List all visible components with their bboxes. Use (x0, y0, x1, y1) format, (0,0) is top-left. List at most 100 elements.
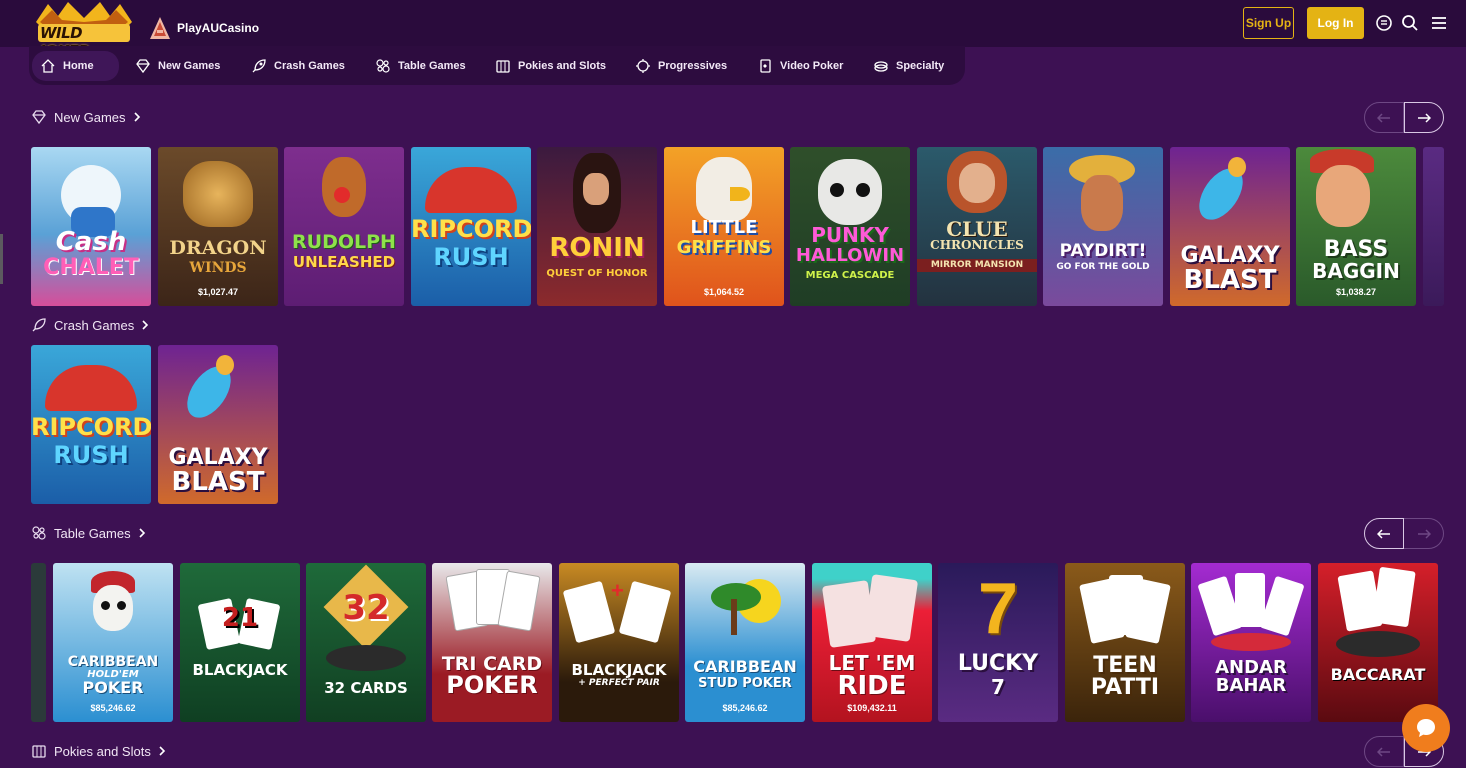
game-subtitle: HALLOWIN (795, 245, 905, 266)
cards-icon (760, 59, 771, 73)
tab-progressives[interactable]: Progressives (627, 51, 735, 81)
carousel-prev-button[interactable] (1364, 736, 1404, 767)
game-title: 32 CARDS (324, 679, 408, 697)
brand[interactable]: PlayAUCasino (149, 16, 259, 40)
carousel-next-button[interactable] (1404, 518, 1444, 549)
game-subtitle: GRIFFINS (676, 237, 772, 258)
section-title: Table Games (54, 525, 131, 541)
tab-label: Home (63, 60, 94, 72)
section-header-crash-games[interactable]: Crash Games (31, 317, 149, 333)
game-tile-partial[interactable] (31, 563, 46, 722)
wild-joker-logo[interactable]: WILD JOKER (34, 2, 134, 60)
game-subtitle: CHALET (43, 255, 139, 280)
tab-home[interactable]: Home (32, 51, 119, 81)
log-in-button[interactable]: Log In (1307, 7, 1364, 39)
diamond-icon (32, 110, 46, 125)
sign-up-button[interactable]: Sign Up (1243, 7, 1294, 39)
game-tile-rudolph-unleashed[interactable]: RUDOLPH UNLEASHED (284, 147, 404, 306)
search-icon[interactable] (1401, 14, 1419, 32)
game-title: TEEN (1093, 653, 1157, 678)
game-tile-tri-card-poker[interactable]: TRI CARD POKER (432, 563, 552, 722)
game-tile-caribbean-holdem-poker[interactable]: CARIBBEAN HOLD'EM POKER $85,246.62 (53, 563, 173, 722)
section-header-new-games[interactable]: New Games (31, 109, 141, 125)
game-tile-caribbean-stud-poker[interactable]: CARIBBEAN STUD POKER $85,246.62 (685, 563, 805, 722)
game-tile-blackjack-perfect-pair[interactable]: + BLACKJACK + PERFECT PAIR (559, 563, 679, 722)
table-games-carousel-arrows (1364, 518, 1444, 549)
game-tile-teen-patti[interactable]: TEEN PATTI (1065, 563, 1185, 722)
jackpot-amount: $109,432.11 (847, 703, 897, 713)
tab-crash-games[interactable]: Crash Games (243, 51, 353, 81)
game-title: LITTLE (690, 217, 758, 238)
game-tile-little-griffins[interactable]: LITTLE GRIFFINS $1,064.52 (664, 147, 784, 306)
tab-label: Crash Games (274, 60, 345, 72)
section-title: New Games (54, 109, 126, 125)
chips-icon (32, 526, 46, 540)
carousel-prev-button[interactable] (1364, 518, 1404, 549)
section-header-table-games[interactable]: Table Games (31, 525, 146, 541)
game-tile-bass-baggin[interactable]: BASS BAGGIN $1,038.27 (1296, 147, 1416, 306)
game-subtitle: BAHAR (1215, 675, 1287, 696)
carousel-next-button[interactable] (1404, 102, 1444, 133)
game-title: PUNKY (811, 223, 889, 247)
section-title: Pokies and Slots (54, 743, 151, 759)
game-tile-ronin[interactable]: RONIN QUEST OF HONOR (537, 147, 657, 306)
game-tile-lucky-7[interactable]: 7 LUCKY 7 (938, 563, 1058, 722)
tab-label: Pokies and Slots (518, 60, 607, 72)
game-tile-paydirt[interactable]: PAYDIRT! GO FOR THE GOLD (1043, 147, 1163, 306)
chat-bubble-icon[interactable] (1375, 14, 1393, 32)
game-subtitle: POKER (446, 671, 538, 699)
game-tile-galaxy-blast[interactable]: GALAXY BLAST (1170, 147, 1290, 306)
game-tile-dragon-winds[interactable]: DRAGON WINDS $1,027.47 (158, 147, 278, 306)
game-title: RONIN (549, 233, 645, 263)
game-tile-let-em-ride[interactable]: LET 'EM RIDE $109,432.11 (812, 563, 932, 722)
game-tile-ripcord-rush[interactable]: RIPCORD RUSH (411, 147, 531, 306)
game-tile-32-cards[interactable]: 32 32 CARDS (306, 563, 426, 722)
game-tagline: POKER (82, 678, 144, 697)
game-subtitle: CHRONICLES (930, 238, 1024, 252)
game-tile-andar-bahar[interactable]: ANDAR BAHAR (1191, 563, 1311, 722)
game-tile-punky-halloween[interactable]: PUNKY HALLOWIN MEGA CASCADE (790, 147, 910, 306)
game-subtitle: BAGGIN (1312, 259, 1400, 283)
game-tagline: MIRROR MANSION (917, 259, 1037, 272)
tab-specialty[interactable]: Specialty (865, 51, 952, 81)
game-subtitle: PATTI (1090, 675, 1160, 700)
arrow-left-icon (1377, 746, 1390, 757)
game-tile-blackjack[interactable]: 21 BLACKJACK (180, 563, 300, 722)
game-title: LUCKY (957, 651, 1039, 676)
hamburger-menu-icon[interactable] (1430, 14, 1448, 32)
chevron-right-icon (139, 528, 145, 538)
game-number: 32 (342, 588, 390, 628)
game-tile-clue-chronicles[interactable]: CLUE CHRONICLES MIRROR MANSION (917, 147, 1037, 306)
chevron-right-icon (142, 320, 149, 330)
live-chat-button[interactable] (1402, 704, 1450, 752)
game-tile-ripcord-rush[interactable]: RIPCORD RUSH (31, 345, 151, 504)
game-tile-baccarat[interactable]: BACCARAT (1318, 563, 1438, 722)
tab-video-poker[interactable]: Video Poker (749, 51, 851, 81)
jackpot-amount: $1,038.27 (1335, 287, 1377, 297)
game-tagline: MEGA CASCADE (805, 270, 895, 281)
tab-label: Table Games (398, 60, 466, 72)
jackpot-amount: $1,064.52 (703, 287, 745, 297)
section-header-pokies-and-slots[interactable]: Pokies and Slots (31, 743, 166, 759)
game-tile-cash-chalet[interactable]: Cash CHALET (31, 147, 151, 306)
carousel-prev-button[interactable] (1364, 102, 1404, 133)
game-subtitle: UNLEASHED (292, 253, 396, 271)
game-subtitle: RIDE (837, 671, 907, 701)
tab-new-games[interactable]: New Games (127, 51, 228, 81)
dice-icon (874, 61, 888, 72)
tab-table-games[interactable]: Table Games (367, 51, 474, 81)
chevron-right-icon (159, 746, 165, 756)
game-subtitle: 7 (991, 675, 1005, 699)
game-title: CARIBBEAN (67, 654, 159, 670)
tab-label: Progressives (658, 60, 728, 72)
slot-machine-icon (32, 745, 46, 758)
home-icon (41, 59, 55, 73)
game-title: BACCARAT (1330, 665, 1426, 684)
game-subtitle: STUD POKER (698, 676, 792, 691)
game-tile-galaxy-blast[interactable]: GALAXY BLAST (158, 345, 278, 504)
scroll-edge (0, 234, 3, 284)
game-title: BLACKJACK (192, 661, 288, 679)
tab-pokies-and-slots[interactable]: Pokies and Slots (487, 51, 614, 81)
game-tile-partial[interactable] (1423, 147, 1444, 306)
jackpot-amount: $85,246.62 (722, 703, 768, 713)
